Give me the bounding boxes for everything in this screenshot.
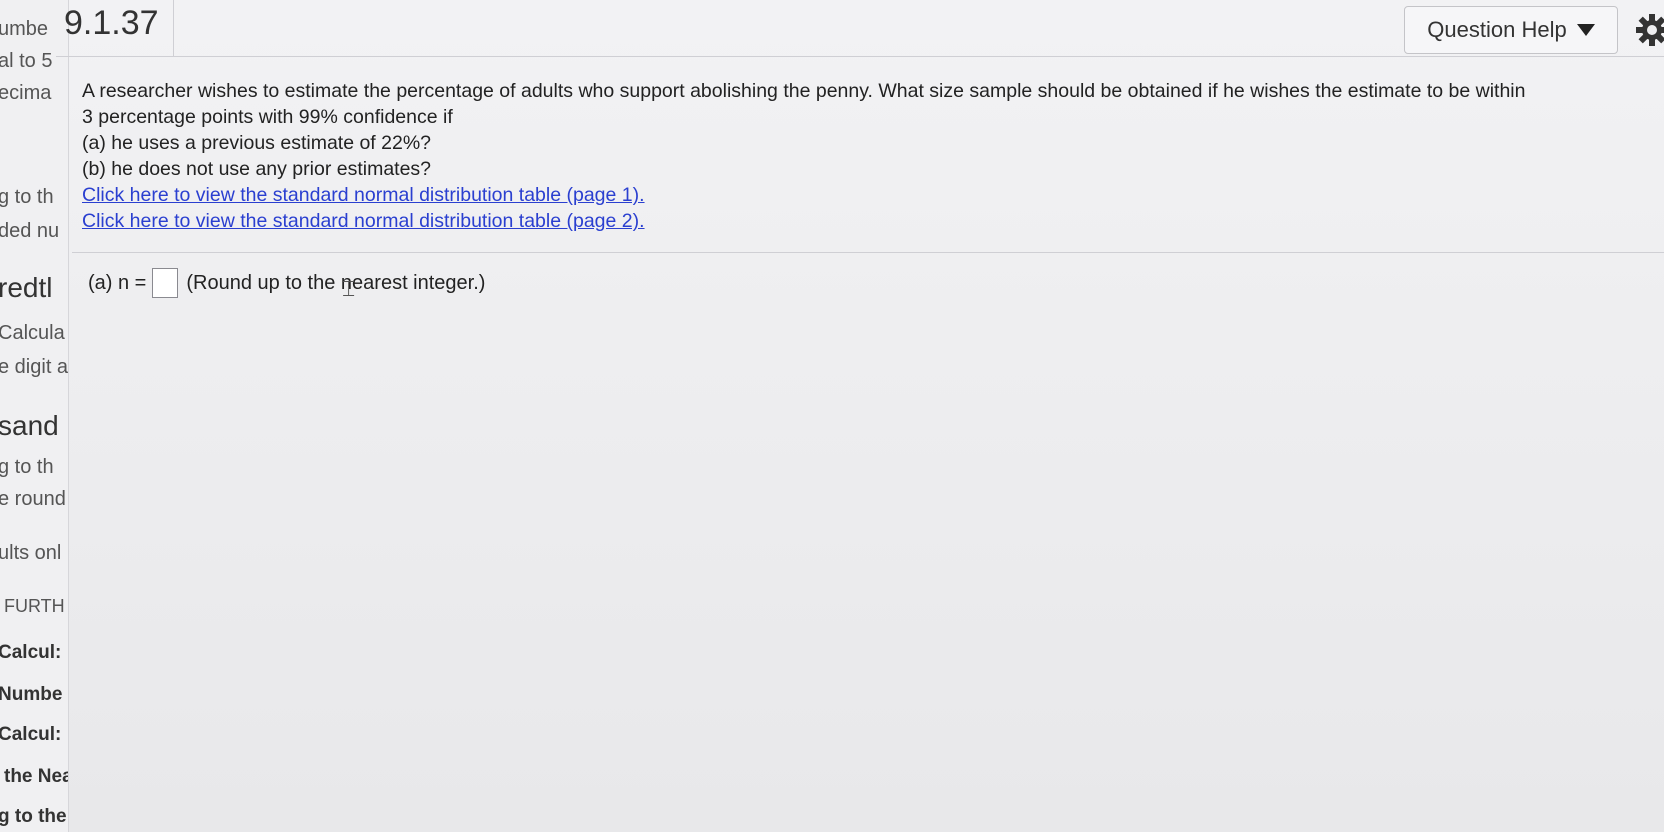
sidebar-text: g to th: [0, 186, 54, 208]
sidebar-link[interactable]: Calcul:: [0, 642, 61, 664]
sidebar-text: ecima: [0, 82, 52, 104]
sidebar-text: Calcula: [0, 322, 65, 344]
sidebar-text: g to th: [0, 456, 54, 478]
sidebar-text: FURTH: [4, 596, 65, 616]
sidebar-link[interactable]: the Nea: [4, 766, 68, 788]
question-help-label: Question Help: [1427, 17, 1567, 42]
normal-table-page2-link[interactable]: Click here to view the standard normal d…: [82, 210, 645, 232]
answer-input[interactable]: [152, 268, 179, 298]
sidebar-heading: redtl: [0, 272, 53, 303]
question-text-line2: 3 percentage points with 99% confidence …: [82, 106, 453, 128]
caret-down-icon: [1576, 24, 1595, 36]
sidebar-text: umbe: [0, 18, 49, 40]
answer-label: (a) n =: [88, 271, 147, 294]
gear-icon[interactable]: [1636, 14, 1664, 46]
sidebar-link[interactable]: g to the: [0, 806, 67, 828]
question-number: 9.1.37: [64, 0, 174, 56]
question-text-line1: A researcher wishes to estimate the perc…: [82, 80, 1526, 102]
text-cursor-icon: ⌶: [342, 276, 356, 301]
answer-row: (a) n = (Round up to the nearest integer…: [88, 268, 485, 298]
question-divider: [72, 252, 1664, 253]
normal-table-page1-link[interactable]: Click here to view the standard normal d…: [82, 184, 645, 206]
sidebar-text: ults onl: [0, 542, 62, 564]
question-part-a: (a) he uses a previous estimate of 22%?: [82, 132, 432, 154]
sidebar-text: ded nu: [0, 220, 60, 242]
sidebar-heading: sand: [0, 410, 59, 441]
header-divider: [56, 56, 1664, 57]
question-body: A researcher wishes to estimate the perc…: [82, 78, 1662, 234]
question-part-b: (b) he does not use any prior estimates?: [82, 158, 432, 180]
sidebar-link[interactable]: Numbe: [0, 684, 62, 706]
question-help-button[interactable]: Question Help: [1404, 6, 1618, 54]
sidebar-text: al to 5: [0, 50, 53, 72]
sidebar: umbe al to 5 ecima g to th ded nu redtl …: [0, 0, 69, 832]
answer-hint: (Round up to the nearest integer.): [186, 271, 486, 294]
sidebar-link[interactable]: Calcul:: [0, 724, 61, 746]
sidebar-text: e round: [0, 488, 66, 510]
sidebar-text: e digit a: [0, 356, 69, 378]
page: umbe al to 5 ecima g to th ded nu redtl …: [0, 0, 1664, 832]
